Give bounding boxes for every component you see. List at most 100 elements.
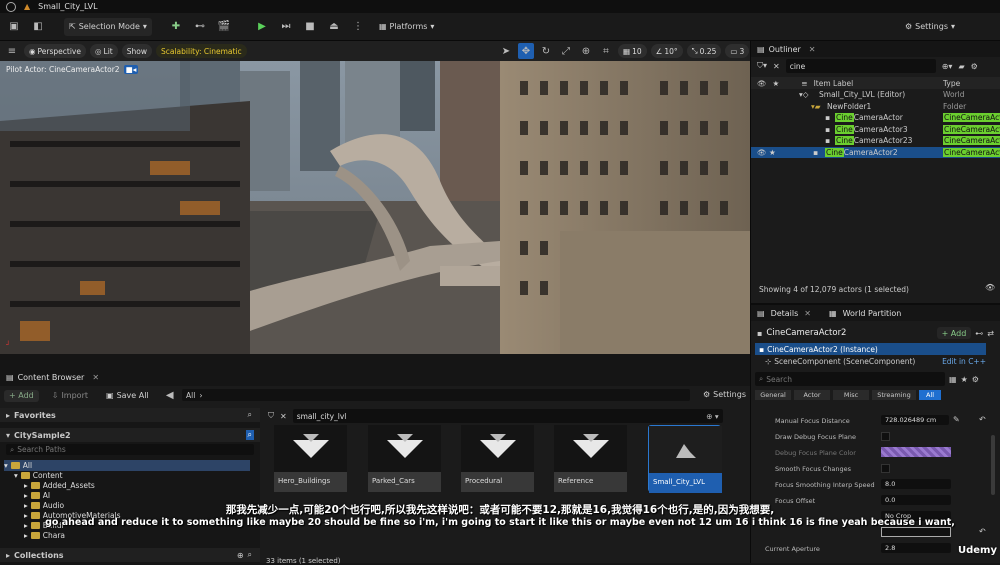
outliner-row[interactable]: ▾◇ Small_City_LVL (Editor) World	[751, 89, 1000, 101]
search-icon[interactable]: ⌕	[248, 410, 252, 420]
star-icon[interactable]: ★	[961, 375, 968, 384]
grid-icon[interactable]: ▦	[949, 375, 957, 384]
details-scrollbar[interactable]	[991, 435, 995, 495]
folder-icon[interactable]: ▰	[958, 62, 964, 71]
project-header[interactable]: ▾ CitySample2 ⌕	[0, 428, 260, 442]
rotation-snap[interactable]: ∠ 10°	[650, 44, 683, 58]
close-icon[interactable]: ✕	[92, 373, 99, 382]
clear-icon[interactable]: ✕	[280, 412, 287, 421]
content-browser-tab[interactable]: ▤ Content Browser ✕	[0, 368, 750, 386]
path-all[interactable]: All	[186, 391, 195, 400]
scale-snap[interactable]: ⤡ 0.25	[686, 44, 722, 58]
search-paths-input[interactable]: ⌕ Search Paths	[6, 444, 254, 455]
visibility-icon[interactable]: 👁	[757, 148, 767, 157]
folder-characters[interactable]: ▸ Chara	[24, 530, 65, 541]
level-name[interactable]: Small_City_LVL	[38, 2, 97, 11]
filter-all[interactable]: All	[919, 390, 941, 400]
scalability-badge[interactable]: Scalability: Cinematic	[155, 44, 247, 58]
selection-mode-button[interactable]: ⇱ Selection Mode ▾	[64, 17, 152, 36]
asset-tile[interactable]: Reference	[554, 425, 627, 492]
asset-tile[interactable]: Parked_Cars	[368, 425, 441, 492]
star-icon[interactable]: ★	[773, 79, 780, 88]
close-icon[interactable]: ✕	[804, 309, 811, 318]
add-filter-icon[interactable]: ⊕▾	[942, 62, 953, 71]
outliner-row[interactable]: ▪ CineCameraActor CineCameraAct	[751, 112, 1000, 124]
add-component-button[interactable]: + Add	[936, 327, 972, 339]
add-button[interactable]: + Add	[4, 389, 39, 402]
clear-icon[interactable]: ✕	[773, 62, 780, 71]
surface-snap-icon[interactable]: ⌗	[598, 43, 614, 59]
draw-debug-checkbox[interactable]	[881, 432, 890, 441]
show-button[interactable]: Show	[121, 44, 152, 58]
smooth-focus-checkbox[interactable]	[881, 464, 890, 473]
manual-focus-field[interactable]: 728.026489 cm	[881, 415, 949, 425]
asset-search-input[interactable]: small_city_lvl ⊕ ▾	[292, 409, 723, 423]
interp-speed-field[interactable]: 8.0	[881, 479, 951, 489]
lit-button[interactable]: ◎ Lit	[89, 44, 118, 58]
world-icon[interactable]: ⊕	[578, 43, 594, 59]
view-options-icon[interactable]: 👁	[985, 283, 995, 292]
cb-settings-button[interactable]: ⚙ Settings	[698, 388, 751, 401]
outliner-row-selected[interactable]: 👁 ★ ▪ CineCameraActor2 CineCameraAct	[751, 146, 1000, 158]
focused-field[interactable]	[881, 527, 951, 537]
outliner-search-input[interactable]: cine	[785, 59, 936, 73]
back-icon[interactable]: ◀	[162, 388, 178, 404]
add-filter-icon[interactable]: ⊕ ▾	[706, 412, 718, 421]
reset-icon[interactable]: ↶	[979, 415, 986, 424]
star-icon[interactable]: ★	[769, 148, 776, 157]
outliner-row[interactable]: ▾▰ NewFolder1 Folder	[751, 101, 1000, 113]
camera-icon[interactable]: ■◂	[123, 65, 139, 74]
save-all-button[interactable]: ▣ Save All	[101, 390, 154, 402]
path-bar[interactable]: All ›	[182, 389, 690, 401]
aperture-field[interactable]: 2.8	[881, 543, 951, 553]
add-collection-icon[interactable]: ⊕	[237, 551, 244, 560]
settings-button[interactable]: ⚙ Settings ▾	[900, 18, 960, 36]
visibility-icon[interactable]: 👁	[757, 79, 767, 88]
grid-snap[interactable]: ▦ 10	[618, 44, 647, 58]
search-icon[interactable]: ⌕	[245, 430, 254, 440]
asset-tile[interactable]: Hero_Buildings	[274, 425, 347, 492]
step-icon[interactable]: ⏭	[278, 19, 294, 35]
cinematics-icon[interactable]: 🎬	[216, 19, 232, 35]
more-icon[interactable]: ⋮	[350, 19, 366, 35]
debug-color-swatch[interactable]	[881, 447, 951, 457]
menu-icon[interactable]: ≡	[4, 43, 20, 59]
filter-actor[interactable]: Actor	[794, 390, 830, 400]
blueprint-icon[interactable]: ⊷	[975, 329, 983, 338]
filter-general[interactable]: General	[755, 390, 791, 400]
perspective-button[interactable]: ◉ Perspective	[24, 44, 86, 58]
stop-icon[interactable]: ■	[302, 19, 318, 35]
settings-icon[interactable]: ⚙	[971, 62, 978, 71]
edit-cpp-link[interactable]: Edit in C++	[942, 357, 986, 366]
search-icon[interactable]: ⌕	[248, 550, 252, 560]
eject-icon[interactable]: ⏏	[326, 19, 342, 35]
move-tool-icon[interactable]: ✥	[518, 43, 534, 59]
camera-speed[interactable]: ▭ 3	[725, 44, 750, 58]
outliner-row[interactable]: ▪ CineCameraActor3 CineCameraAct	[751, 124, 1000, 136]
add-actor-icon[interactable]: ✚	[168, 19, 184, 35]
details-search-input[interactable]: ⌕ Search	[755, 372, 945, 386]
scale-tool-icon[interactable]: ⤢	[558, 43, 574, 59]
unreal-logo-icon[interactable]	[6, 1, 16, 12]
reset-icon[interactable]: ↶	[979, 527, 986, 536]
level-viewport[interactable]: Pilot Actor: CineCameraActor2 ■◂ ┘	[0, 61, 750, 354]
outliner-row[interactable]: ▪ CineCameraActor23 CineCameraAct	[751, 135, 1000, 147]
play-icon[interactable]: ▶	[254, 19, 270, 35]
save-icon[interactable]: ▣	[6, 19, 22, 35]
favorites-header[interactable]: ▸ Favorites ⌕	[0, 408, 260, 422]
eyedropper-icon[interactable]: ✎	[953, 415, 960, 424]
collections-header[interactable]: ▸ Collections ⊕ ⌕	[0, 548, 260, 562]
asset-tile-selected[interactable]: Small_City_LVL	[648, 425, 722, 493]
import-button[interactable]: ⇩ Import	[47, 390, 93, 402]
type-header[interactable]: Type	[943, 79, 960, 88]
tab-world-partition[interactable]: World Partition	[843, 309, 902, 318]
select-tool-icon[interactable]: ➤	[498, 43, 514, 59]
filter-streaming[interactable]: Streaming	[872, 390, 916, 400]
component-row[interactable]: ⊹ SceneComponent (SceneComponent) Edit in…	[755, 355, 986, 367]
close-icon[interactable]: ✕	[809, 45, 816, 54]
platforms-button[interactable]: ▦ Platforms ▾	[374, 18, 439, 36]
blueprint-icon[interactable]: ⊷	[192, 19, 208, 35]
instance-row[interactable]: ▪ CineCameraActor2 (Instance)	[755, 343, 986, 355]
edit-icon[interactable]: ⇄	[987, 329, 994, 338]
asset-tile[interactable]: Procedural	[461, 425, 534, 492]
